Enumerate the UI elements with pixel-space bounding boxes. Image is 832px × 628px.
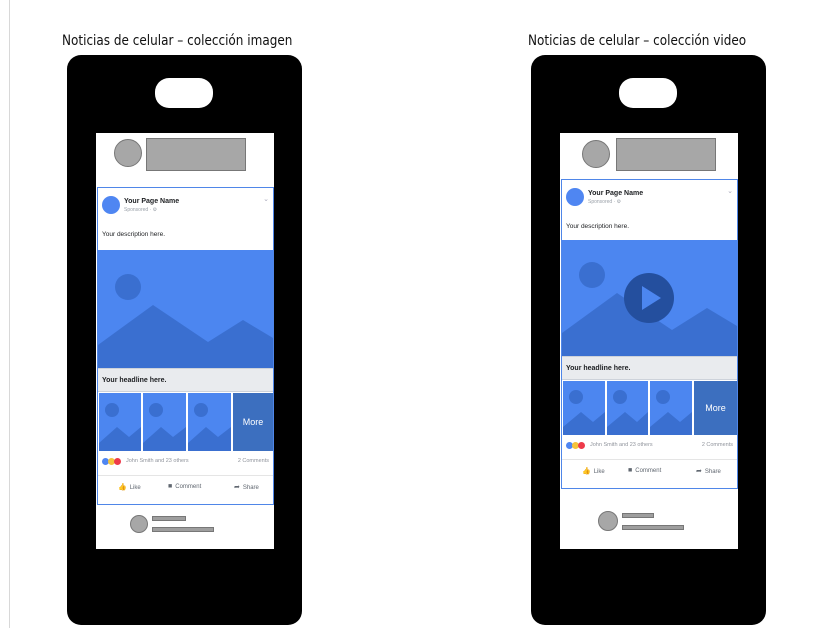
image-placeholder-icon bbox=[607, 390, 648, 435]
comment-label: Comment bbox=[175, 484, 202, 490]
share-label: Share bbox=[704, 469, 721, 475]
sponsored-label: Sponsored · ⚙ bbox=[124, 207, 158, 213]
like-button[interactable]: 👍 Like bbox=[118, 483, 141, 491]
profile-placeholder-banner bbox=[146, 138, 246, 171]
reactions-row: John Smith and 23 others 2 Comments bbox=[562, 438, 737, 454]
collection-thumbnail[interactable] bbox=[188, 393, 231, 451]
comment-icon: ■ bbox=[168, 483, 173, 490]
phone-screen: Your Page Name Sponsored · ⚙ ⌄ Your desc… bbox=[560, 133, 738, 549]
like-button[interactable]: 👍 Like bbox=[582, 467, 605, 475]
collection-thumbnails: More bbox=[562, 381, 737, 435]
thumbs-up-icon: 👍 bbox=[582, 468, 591, 475]
phone-screen: Your Page Name Sponsored · ⚙ ⌄ Your desc… bbox=[96, 133, 274, 549]
like-label: Like bbox=[129, 485, 141, 491]
love-reaction-icon bbox=[578, 442, 585, 449]
sponsored-label: Sponsored · ⚙ bbox=[588, 199, 622, 205]
feed-placeholder-line bbox=[152, 527, 214, 532]
post-image[interactable] bbox=[98, 250, 273, 368]
image-placeholder-icon bbox=[563, 390, 605, 435]
image-placeholder-icon bbox=[143, 403, 186, 451]
profile-placeholder-avatar bbox=[114, 139, 142, 167]
comments-count[interactable]: 2 Comments bbox=[702, 442, 733, 448]
image-placeholder-icon bbox=[98, 274, 273, 368]
profile-placeholder-banner bbox=[616, 138, 716, 171]
share-button[interactable]: ➦ Share bbox=[696, 467, 721, 475]
post-headline: Your headline here. bbox=[102, 377, 167, 384]
phone-frame: Your Page Name Sponsored · ⚙ ⌄ Your desc… bbox=[67, 55, 302, 625]
post-video[interactable] bbox=[562, 240, 737, 356]
chevron-down-icon[interactable]: ⌄ bbox=[727, 187, 733, 195]
feed-placeholder-avatar bbox=[130, 515, 148, 533]
phone-speaker bbox=[155, 78, 213, 108]
collection-thumbnails: More bbox=[98, 393, 273, 451]
page-avatar[interactable] bbox=[566, 188, 584, 206]
like-label: Like bbox=[593, 469, 605, 475]
chevron-down-icon[interactable]: ⌄ bbox=[263, 195, 269, 203]
comments-count[interactable]: 2 Comments bbox=[238, 458, 269, 464]
share-button[interactable]: ➦ Share bbox=[234, 483, 259, 491]
image-placeholder-icon bbox=[188, 403, 231, 451]
video-placeholder bbox=[562, 262, 737, 356]
play-icon[interactable] bbox=[624, 273, 674, 323]
comment-button[interactable]: ■ Comment bbox=[168, 483, 201, 490]
page-name[interactable]: Your Page Name bbox=[124, 198, 179, 205]
reactors-text[interactable]: John Smith and 23 others bbox=[126, 458, 189, 464]
share-arrow-icon: ➦ bbox=[696, 468, 702, 475]
reactions-row: John Smith and 23 others 2 Comments bbox=[98, 454, 273, 470]
headline-bar[interactable]: Your headline here. bbox=[98, 368, 273, 392]
feed-placeholder-line bbox=[622, 513, 654, 518]
image-placeholder-icon bbox=[99, 403, 141, 451]
page-avatar[interactable] bbox=[102, 196, 120, 214]
post-description: Your description here. bbox=[102, 231, 165, 238]
ad-post[interactable]: Your Page Name Sponsored · ⚙ ⌄ Your desc… bbox=[561, 179, 738, 489]
ad-post[interactable]: Your Page Name Sponsored · ⚙ ⌄ Your desc… bbox=[97, 187, 274, 505]
page-divider-line bbox=[9, 0, 10, 628]
comment-label: Comment bbox=[635, 468, 662, 474]
collection-thumbnail[interactable] bbox=[607, 381, 648, 435]
post-actions: 👍 Like ■ Comment ➦ Share bbox=[98, 475, 273, 498]
share-label: Share bbox=[242, 485, 259, 491]
mockup-caption: Noticias de celular – colección video bbox=[528, 33, 747, 49]
image-placeholder-icon bbox=[650, 390, 692, 435]
page-name[interactable]: Your Page Name bbox=[588, 190, 643, 197]
phone-speaker bbox=[619, 78, 677, 108]
collection-thumbnail[interactable] bbox=[650, 381, 692, 435]
post-headline: Your headline here. bbox=[566, 365, 631, 372]
collection-thumbnail[interactable] bbox=[563, 381, 605, 435]
collection-thumbnail[interactable] bbox=[99, 393, 141, 451]
comment-button[interactable]: ■ Comment bbox=[628, 467, 661, 474]
more-button[interactable]: More bbox=[694, 381, 737, 435]
share-arrow-icon: ➦ bbox=[234, 484, 240, 491]
more-button[interactable]: More bbox=[233, 393, 273, 451]
profile-placeholder-avatar bbox=[582, 140, 610, 168]
post-actions: 👍 Like ■ Comment ➦ Share bbox=[562, 459, 737, 482]
reactors-text[interactable]: John Smith and 23 others bbox=[590, 442, 653, 448]
headline-bar[interactable]: Your headline here. bbox=[562, 356, 737, 380]
phone-frame: Your Page Name Sponsored · ⚙ ⌄ Your desc… bbox=[531, 55, 766, 625]
comment-icon: ■ bbox=[628, 467, 633, 474]
mockup-caption: Noticias de celular – colección imagen bbox=[62, 33, 293, 49]
post-description: Your description here. bbox=[566, 223, 629, 230]
feed-placeholder-line bbox=[152, 516, 186, 521]
feed-placeholder-avatar bbox=[598, 511, 618, 531]
collection-thumbnail[interactable] bbox=[143, 393, 186, 451]
thumbs-up-icon: 👍 bbox=[118, 484, 127, 491]
feed-placeholder-line bbox=[622, 525, 684, 530]
love-reaction-icon bbox=[114, 458, 121, 465]
